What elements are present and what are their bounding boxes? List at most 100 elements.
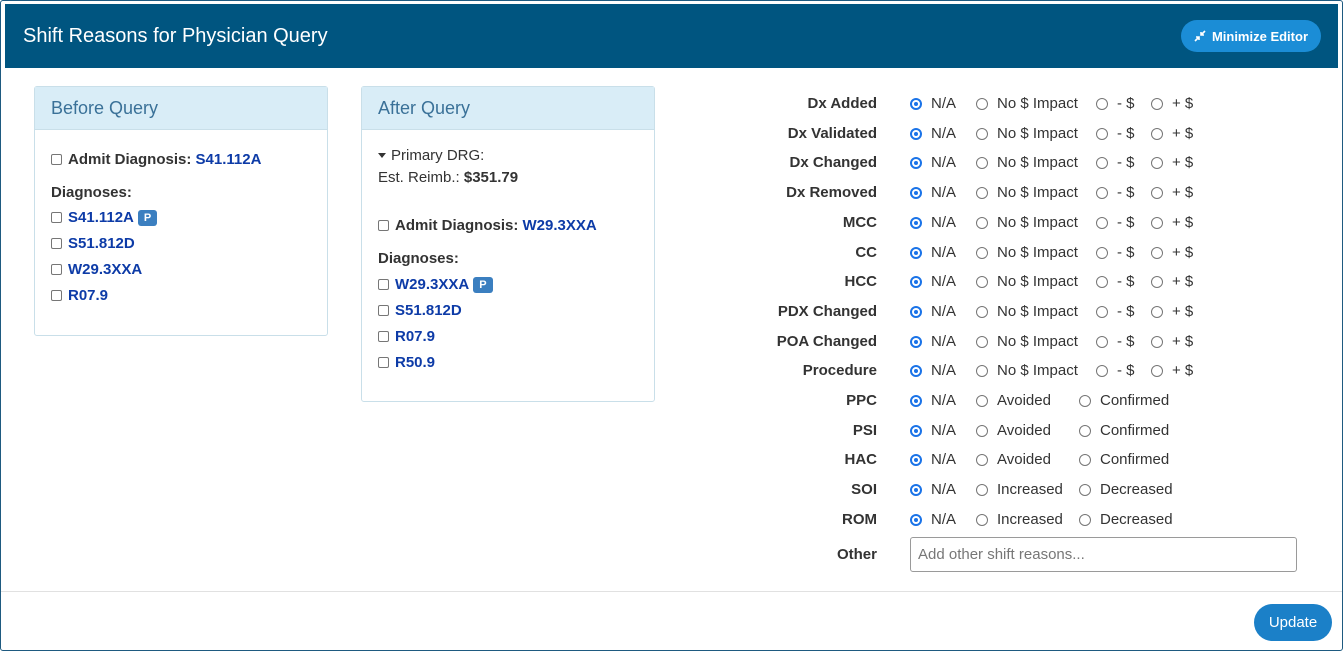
reason-option-radio[interactable]: - $	[1096, 154, 1135, 171]
reason-option-radio[interactable]: + $	[1151, 362, 1193, 379]
reason-option-radio[interactable]: No $ Impact	[976, 184, 1078, 201]
reason-option-radio[interactable]: - $	[1096, 214, 1135, 231]
before-diagnosis-checkbox[interactable]	[51, 290, 62, 301]
reason-option-radio[interactable]: - $	[1096, 184, 1135, 201]
minimize-editor-button[interactable]: Minimize Editor	[1180, 20, 1321, 52]
reason-option-radio[interactable]: N/A	[910, 333, 956, 350]
reason-option-radio[interactable]: Avoided	[976, 392, 1051, 409]
reason-option-radio[interactable]: No $ Impact	[976, 362, 1078, 379]
reason-option-radio[interactable]: N/A	[910, 273, 956, 290]
radio-unselected-icon	[1151, 246, 1163, 259]
after-diagnosis-checkbox[interactable]	[378, 357, 389, 368]
before-diagnosis-code[interactable]: R07.9	[68, 287, 108, 304]
before-diagnosis-row: S51.812D	[51, 235, 135, 252]
before-query-title: Before Query	[35, 87, 327, 130]
after-admit-code[interactable]: W29.3XXA	[523, 217, 597, 234]
reason-option-label: Increased	[997, 481, 1063, 498]
reason-option-radio[interactable]: N/A	[910, 154, 956, 171]
reason-option-radio[interactable]: Decreased	[1079, 511, 1173, 528]
reason-option-label: - $	[1117, 362, 1135, 379]
before-diagnosis-code[interactable]: W29.3XXA	[68, 261, 142, 278]
reason-option-label: N/A	[931, 125, 957, 142]
reason-option-radio[interactable]: No $ Impact	[976, 214, 1078, 231]
reason-option-radio[interactable]: N/A	[910, 244, 956, 261]
reason-option-radio[interactable]: N/A	[910, 451, 956, 468]
reason-option-radio[interactable]: + $	[1151, 244, 1193, 261]
other-reasons-input[interactable]	[910, 537, 1297, 572]
reason-option-radio[interactable]: - $	[1096, 244, 1135, 261]
reason-option-radio[interactable]: + $	[1151, 214, 1193, 231]
reason-option-radio[interactable]: + $	[1151, 125, 1193, 142]
reason-option-radio[interactable]: Confirmed	[1079, 392, 1169, 409]
reason-option-radio[interactable]: Avoided	[976, 422, 1051, 439]
reason-option-radio[interactable]: N/A	[910, 95, 956, 112]
before-diagnosis-code[interactable]: S51.812D	[68, 235, 135, 252]
reason-option-radio[interactable]: + $	[1151, 95, 1193, 112]
reason-option-radio[interactable]: Confirmed	[1079, 422, 1169, 439]
before-admit-checkbox[interactable]	[51, 154, 62, 165]
after-diagnosis-code[interactable]: W29.3XXA	[395, 276, 469, 293]
reason-option-radio[interactable]: + $	[1151, 273, 1193, 290]
after-diagnosis-code[interactable]: S51.812D	[395, 302, 462, 319]
before-admit-code[interactable]: S41.112A	[196, 151, 262, 168]
before-diagnosis-code[interactable]: S41.112A	[68, 209, 134, 226]
before-diagnosis-checkbox[interactable]	[51, 238, 62, 249]
reason-option-radio[interactable]: - $	[1096, 362, 1135, 379]
reason-option-radio[interactable]: No $ Impact	[976, 303, 1078, 320]
reason-option-radio[interactable]: - $	[1096, 303, 1135, 320]
after-diagnosis-checkbox[interactable]	[378, 331, 389, 342]
reason-option-radio[interactable]: + $	[1151, 184, 1193, 201]
after-diagnosis-checkbox[interactable]	[378, 279, 389, 290]
radio-unselected-icon	[1096, 186, 1108, 199]
reason-option-label: N/A	[931, 451, 957, 468]
reason-option-radio[interactable]: N/A	[910, 362, 956, 379]
reason-option-radio[interactable]: - $	[1096, 125, 1135, 142]
before-diagnoses-label: Diagnoses:	[51, 184, 132, 201]
after-diagnosis-code[interactable]: R50.9	[395, 354, 435, 371]
reason-option-radio[interactable]: No $ Impact	[976, 95, 1078, 112]
reason-option-radio[interactable]: No $ Impact	[976, 125, 1078, 142]
reason-option-radio[interactable]: N/A	[910, 392, 956, 409]
reason-option-radio[interactable]: No $ Impact	[976, 154, 1078, 171]
reason-option-radio[interactable]: No $ Impact	[976, 244, 1078, 261]
after-diagnosis-checkbox[interactable]	[378, 305, 389, 316]
reason-option-radio[interactable]: - $	[1096, 333, 1135, 350]
reason-option-radio[interactable]: N/A	[910, 303, 956, 320]
reason-option-radio[interactable]: - $	[1096, 95, 1135, 112]
reason-option-label: + $	[1172, 95, 1194, 112]
reason-option-radio[interactable]: - $	[1096, 273, 1135, 290]
reason-option-radio[interactable]: N/A	[910, 481, 956, 498]
reason-option-radio[interactable]: + $	[1151, 303, 1193, 320]
update-button[interactable]: Update	[1254, 604, 1332, 641]
reason-option-radio[interactable]: + $	[1151, 154, 1193, 171]
reason-option-radio[interactable]: N/A	[910, 422, 956, 439]
reason-option-label: Decreased	[1100, 481, 1173, 498]
reason-option-radio[interactable]: No $ Impact	[976, 273, 1078, 290]
reason-option-radio[interactable]: Increased	[976, 511, 1063, 528]
reason-option-radio[interactable]: No $ Impact	[976, 333, 1078, 350]
reason-option-radio[interactable]: + $	[1151, 333, 1193, 350]
primary-drg-toggle[interactable]: Primary DRG:	[378, 147, 484, 164]
principal-badge: P	[473, 276, 493, 293]
reason-option-radio[interactable]: N/A	[910, 511, 956, 528]
reason-option-radio[interactable]: Avoided	[976, 451, 1051, 468]
reason-option-label: - $	[1117, 184, 1135, 201]
footer-divider	[1, 591, 1342, 592]
reason-option-label: Decreased	[1100, 511, 1173, 528]
reason-option-label: No $ Impact	[997, 303, 1078, 320]
minimize-arrows-icon	[1194, 30, 1206, 42]
reason-option-radio[interactable]: N/A	[910, 214, 956, 231]
before-diagnosis-checkbox[interactable]	[51, 212, 62, 223]
radio-unselected-icon	[976, 186, 988, 199]
reason-option-radio[interactable]: N/A	[910, 184, 956, 201]
reason-option-radio[interactable]: Confirmed	[1079, 451, 1169, 468]
after-admit-checkbox[interactable]	[378, 220, 389, 231]
after-diagnosis-code[interactable]: R07.9	[395, 328, 435, 345]
radio-unselected-icon	[976, 513, 988, 526]
reason-option-radio[interactable]: N/A	[910, 125, 956, 142]
before-diagnosis-checkbox[interactable]	[51, 264, 62, 275]
reason-option-radio[interactable]: Decreased	[1079, 481, 1173, 498]
reason-option-label: + $	[1172, 214, 1194, 231]
radio-unselected-icon	[1079, 424, 1091, 437]
reason-option-radio[interactable]: Increased	[976, 481, 1063, 498]
